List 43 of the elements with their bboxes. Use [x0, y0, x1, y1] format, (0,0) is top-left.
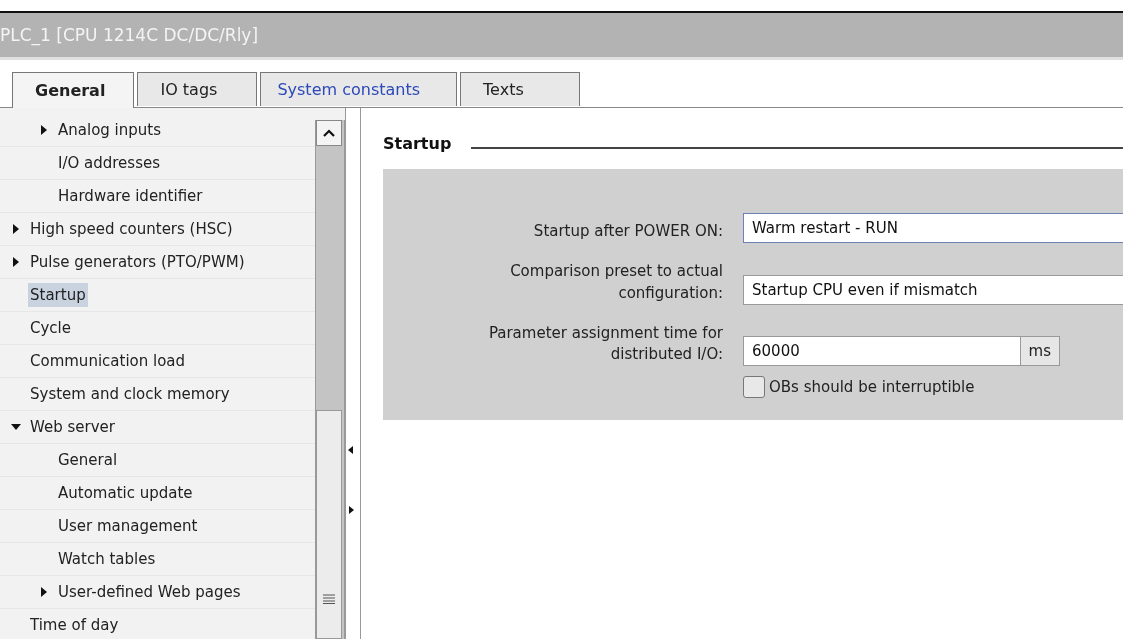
tree-item[interactable]: System and clock memory: [28, 382, 232, 406]
grip-icon: [323, 594, 336, 604]
collapse-left-icon[interactable]: [348, 446, 355, 454]
tree-item[interactable]: Pulse generators (PTO/PWM): [28, 250, 247, 274]
tree-item[interactable]: Web server: [28, 415, 117, 439]
scrollbar[interactable]: [315, 120, 346, 639]
tree-item[interactable]: Time of day: [28, 613, 121, 637]
field-label: Comparison preset to actual configuration:: [509, 261, 723, 304]
input-field[interactable]: 60000: [743, 336, 1020, 366]
tab[interactable]: IO tags: [137, 72, 258, 106]
dropdown-field[interactable]: Warm restart - RUN: [743, 213, 1123, 243]
tree-item[interactable]: Startup: [28, 283, 88, 307]
checkbox[interactable]: [743, 376, 765, 398]
tab[interactable]: Texts: [460, 72, 581, 106]
expand-right-icon[interactable]: [348, 506, 355, 514]
unit-label: ms: [1019, 336, 1060, 366]
tree-item[interactable]: Cycle: [28, 316, 73, 340]
tree-item[interactable]: Communication load: [28, 349, 188, 373]
tree-item[interactable]: High speed counters (HSC): [28, 217, 235, 241]
tree-item[interactable]: User-defined Web pages: [56, 580, 243, 604]
tab[interactable]: System constants: [260, 72, 458, 106]
scroll-up-button[interactable]: [316, 120, 343, 146]
expand-arrow-icon[interactable]: [39, 586, 49, 598]
tree-item[interactable]: Hardware identifier: [56, 184, 205, 208]
section-title: Startup: [383, 134, 452, 153]
field-label: Parameter assignment time for distributed I/O:: [487, 322, 723, 366]
checkbox-label: OBs should be interruptible: [769, 378, 975, 396]
tree-item[interactable]: I/O addresses: [56, 151, 163, 175]
scroll-thumb[interactable]: [316, 410, 343, 639]
tree-item[interactable]: General: [56, 448, 120, 472]
tree-item[interactable]: Analog inputs: [56, 118, 163, 142]
window-title: PLC_1 [CPU 1214C DC/DC/Rly]: [0, 25, 259, 45]
chevron-up-icon: [322, 128, 337, 138]
tree-item[interactable]: Watch tables: [56, 547, 158, 571]
expand-arrow-icon[interactable]: [11, 256, 21, 268]
dropdown-field[interactable]: Startup CPU even if mismatch: [743, 274, 1123, 305]
tab[interactable]: General: [12, 72, 135, 108]
tree-item[interactable]: Automatic update: [56, 481, 195, 505]
expand-arrow-icon[interactable]: [11, 223, 21, 235]
field-label: Startup after POWER ON:: [532, 221, 723, 243]
expand-arrow-icon[interactable]: [39, 124, 49, 136]
tree-item[interactable]: User management: [56, 514, 200, 538]
collapse-arrow-icon[interactable]: [10, 422, 22, 432]
